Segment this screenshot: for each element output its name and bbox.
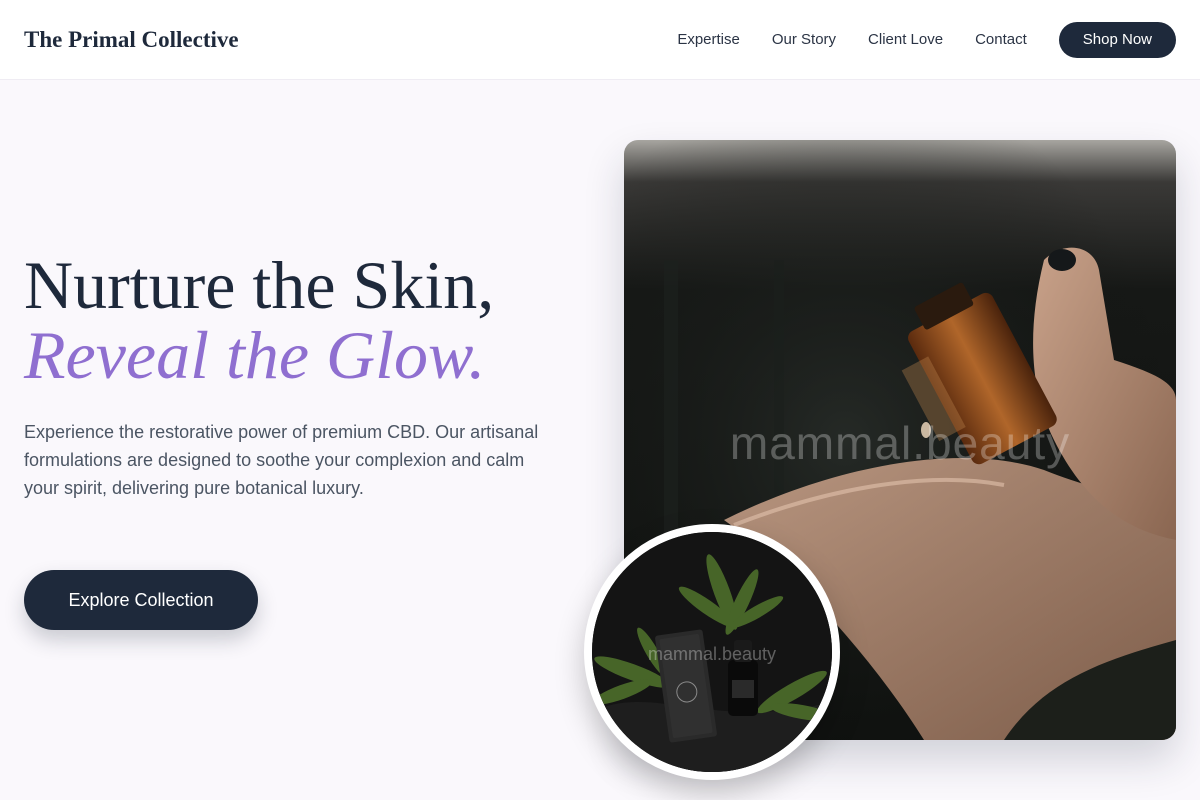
product-photo-circle: mammal.beauty [584,524,840,780]
nav-link-contact[interactable]: Contact [975,31,1027,48]
nav-link-expertise[interactable]: Expertise [677,31,740,48]
hero-description: Experience the restorative power of prem… [24,422,539,498]
brand-logo[interactable]: The Primal Collective [24,27,239,53]
site-header: The Primal Collective Expertise Our Stor… [0,0,1200,80]
nav-link-our-story[interactable]: Our Story [772,31,836,48]
hero-title-line2: Reveal the Glow. [24,317,486,393]
main-nav: Expertise Our Story Client Love Contact … [645,21,1176,58]
circle-photo-watermark: mammal.beauty [647,644,777,664]
hero-title: Nurture the Skin, Reveal the Glow. [24,250,494,390]
main-photo-watermark: mammal.beauty [729,417,1071,469]
explore-collection-button[interactable]: Explore Collection [24,570,258,630]
shop-now-button[interactable]: Shop Now [1058,21,1176,58]
nav-link-client-love[interactable]: Client Love [868,31,943,48]
hero-title-line1: Nurture the Skin, [24,247,495,323]
